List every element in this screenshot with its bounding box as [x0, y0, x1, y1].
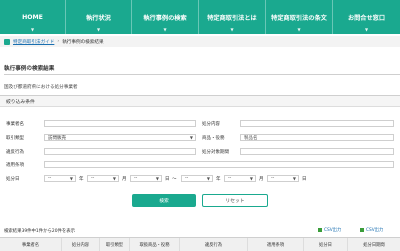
applicable-law-input[interactable]: [44, 161, 394, 168]
transaction-type-value: 訪問販売: [48, 135, 66, 141]
label-product: 商品・役務: [202, 136, 225, 141]
breadcrumb-separator: ›: [57, 39, 60, 44]
home-icon: [4, 38, 10, 45]
label-disposition-content: 処分内容: [202, 122, 220, 127]
nav-label: 特定商取引法の条文: [271, 14, 327, 22]
unit-year: 年: [216, 177, 221, 182]
disposition-content-input[interactable]: [240, 120, 394, 127]
date-from-day-select[interactable]: -- ▼: [130, 175, 162, 182]
csv-label: CSV出力: [324, 228, 342, 233]
select-value: --: [185, 176, 189, 181]
column-header[interactable]: 違反行為: [180, 238, 248, 251]
csv-export-link-1[interactable]: CSV出力: [318, 227, 341, 233]
label-business-name: 事業者名: [6, 122, 24, 127]
column-header[interactable]: 取扱商品・役務: [130, 238, 180, 251]
business-name-input[interactable]: [44, 120, 196, 127]
label-transaction-type: 取引類型: [6, 136, 24, 141]
dropdown-arrow-icon: ▼: [189, 135, 193, 140]
nav-law-articles[interactable]: 特定商取引法の条文 ▼: [266, 0, 333, 34]
label-period: 処分対象期間: [202, 150, 229, 155]
chevron-down-icon: ▼: [364, 27, 369, 32]
date-to-day-select[interactable]: -- ▼: [267, 175, 299, 182]
csv-export-link-2[interactable]: CSV出力: [360, 227, 383, 233]
nav-contact[interactable]: お問合せ窓口 ▼: [333, 0, 400, 34]
reset-button[interactable]: リセット: [202, 194, 268, 207]
select-value: --: [134, 176, 138, 181]
transaction-type-select[interactable]: 訪問販売 ▼: [44, 134, 196, 141]
violation-input[interactable]: [44, 148, 196, 155]
product-placeholder: 製品名: [244, 135, 258, 141]
select-value: --: [228, 176, 232, 181]
chevron-down-icon: ▼: [96, 27, 101, 32]
chevron-down-icon: ▼: [230, 27, 234, 32]
breadcrumb-current: 執行事例の検索結果: [62, 39, 104, 45]
nav-label: お問合せ窓口: [347, 14, 386, 22]
unit-month: 月: [122, 177, 127, 182]
nav-label: HOME: [22, 13, 43, 21]
result-count: 検索結果39件中1件から20件を表示: [4, 229, 76, 234]
dropdown-arrow-icon: ▼: [112, 176, 116, 181]
column-header[interactable]: 処分内容: [62, 238, 100, 251]
results-table-header: 事業者名 処分内容 取引類型 取扱商品・役務 違反行為 適用条項 処分日 処分日…: [0, 237, 400, 251]
label-violation: 違反行為: [6, 150, 24, 155]
product-input[interactable]: 製品名: [240, 134, 394, 141]
unit-day: 日: [165, 177, 170, 182]
chevron-down-icon: ▼: [30, 27, 35, 32]
label-applicable-law: 適用条項: [6, 163, 24, 168]
select-value: --: [91, 176, 95, 181]
unit-year: 年: [79, 177, 84, 182]
dropdown-arrow-icon: ▼: [69, 176, 73, 181]
chevron-down-icon: ▼: [297, 27, 301, 32]
title-divider: [4, 74, 400, 75]
breadcrumb-home-link[interactable]: 特定商取引法ガイド: [13, 39, 54, 45]
search-button[interactable]: 検索: [132, 194, 196, 207]
unit-month: 月: [259, 177, 264, 182]
column-header[interactable]: 処分日: [304, 238, 348, 251]
chevron-down-icon: ▼: [163, 27, 167, 32]
page-title: 執行事例の検索結果: [4, 66, 55, 72]
nav-label: 特定商取引法とは: [207, 14, 257, 22]
select-value: --: [48, 176, 52, 181]
period-input[interactable]: [240, 148, 394, 155]
column-header[interactable]: 処分日期間: [348, 238, 400, 251]
range-tilde: 〜: [172, 177, 177, 182]
date-to-month-select[interactable]: -- ▼: [224, 175, 256, 182]
unit-day: 日: [302, 177, 307, 182]
dropdown-arrow-icon: ▼: [249, 176, 253, 181]
column-header[interactable]: 取引類型: [100, 238, 130, 251]
csv-label: CSV出力: [366, 228, 384, 233]
date-to-year-select[interactable]: -- ▼: [181, 175, 213, 182]
nav-case-search[interactable]: 執行事例の検索 ▼: [132, 0, 199, 34]
breadcrumb: 特定商取引法ガイド › 執行事例の検索結果: [0, 36, 400, 47]
nav-label: 執行事例の検索: [143, 14, 187, 22]
date-from-year-select[interactable]: -- ▼: [44, 175, 76, 182]
nav-home[interactable]: HOME ▼: [0, 0, 66, 34]
main-nav: HOME ▼ 執行状況 ▼ 執行事例の検索 ▼ 特定商取引法とは ▼ 特定商取引法の条文…: [0, 0, 400, 34]
nav-label: 執行状況: [86, 14, 111, 22]
nav-about-law[interactable]: 特定商取引法とは ▼: [199, 0, 266, 34]
dropdown-arrow-icon: ▼: [206, 176, 210, 181]
dropdown-arrow-icon: ▼: [292, 176, 296, 181]
date-from-month-select[interactable]: -- ▼: [87, 175, 119, 182]
dropdown-arrow-icon: ▼: [155, 176, 159, 181]
csv-icon: [360, 228, 364, 232]
column-header[interactable]: 適用条項: [248, 238, 304, 251]
column-header[interactable]: 事業者名: [0, 238, 62, 251]
label-disposition-date: 処分日: [6, 177, 20, 182]
select-value: --: [271, 176, 275, 181]
page-description: 国及び都道府県における処分事業者: [4, 85, 78, 90]
csv-icon: [318, 228, 322, 232]
filter-heading: 絞り込み条件: [0, 96, 400, 107]
filter-panel: 絞り込み条件: [0, 95, 400, 221]
nav-execution-status[interactable]: 執行状況 ▼: [66, 0, 132, 34]
